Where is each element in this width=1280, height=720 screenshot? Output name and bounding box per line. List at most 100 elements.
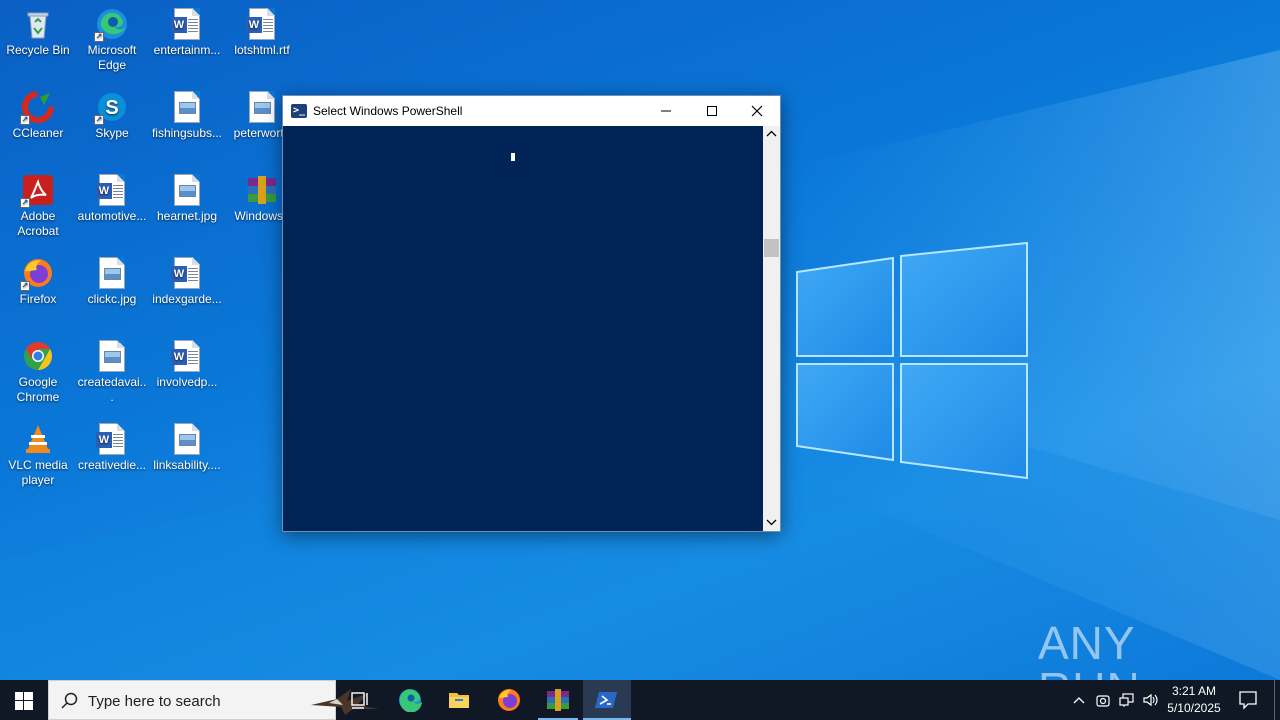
shortcut-arrow-icon: ↗: [94, 115, 104, 125]
show-desktop-button[interactable]: [1274, 680, 1280, 720]
desktop-icon-fishingsubs[interactable]: fishingsubs...: [149, 91, 225, 141]
chrome-icon: [22, 340, 54, 372]
image-file-icon: [246, 91, 278, 123]
show-hidden-icons-button[interactable]: [1070, 680, 1088, 720]
chevron-up-icon: [766, 130, 777, 137]
shortcut-arrow-icon: ↗: [94, 32, 104, 42]
chevron-up-icon: [1073, 697, 1085, 704]
recycle-bin-icon: [22, 8, 54, 40]
speaker-icon: [1143, 693, 1158, 707]
maximize-icon: [707, 106, 717, 116]
taskbar-search-box[interactable]: Type here to search: [48, 680, 379, 720]
start-button[interactable]: [0, 680, 48, 720]
powershell-icon: >_: [291, 104, 307, 118]
desktop-icon-label: Google Chrome: [16, 375, 60, 404]
desktop-icon-indexgarde[interactable]: W indexgarde...: [149, 257, 225, 307]
network-icon: [1119, 693, 1134, 707]
shortcut-arrow-icon: ↗: [20, 198, 30, 208]
desktop-icon-label: createdavai...: [77, 375, 147, 404]
desktop-icon-label: indexgarde...: [152, 292, 222, 306]
clock-time: 3:21 AM: [1171, 684, 1217, 698]
taskbar-powershell[interactable]: [583, 680, 631, 720]
notification-icon: [1239, 691, 1257, 710]
tray-volume[interactable]: [1142, 680, 1160, 720]
desktop-icon-ccleaner[interactable]: ↗ CCleaner: [0, 91, 76, 141]
desktop-icon-hearnet[interactable]: hearnet.jpg: [149, 174, 225, 224]
camera-icon: [1096, 695, 1110, 707]
file-explorer-icon: [449, 693, 469, 708]
window-titlebar[interactable]: >_ Select Windows PowerShell: [283, 96, 780, 126]
action-center-button[interactable]: [1228, 680, 1268, 720]
windows-logo-icon: [15, 692, 33, 710]
desktop-icon-createdavai[interactable]: createdavai...: [74, 340, 150, 405]
search-icon: [61, 692, 78, 709]
shortcut-arrow-icon: ↗: [20, 281, 30, 291]
desktop-icon-firefox[interactable]: ↗ Firefox: [0, 257, 76, 307]
shortcut-arrow-icon: ↗: [20, 115, 30, 125]
desktop-icon-creativedie[interactable]: W creativedie...: [74, 423, 150, 473]
desktop-icon-involvedp[interactable]: W involvedp...: [149, 340, 225, 390]
window-title: Select Windows PowerShell: [313, 104, 463, 118]
desktop-icon-label: Adobe Acrobat: [17, 209, 59, 238]
desktop-icon-label: Skype: [95, 126, 129, 140]
desktop-icon-linksability[interactable]: linksability....: [149, 423, 225, 473]
taskbar: Type here to search 3:21 AM 5/10/2025: [0, 680, 1280, 720]
word-document-icon: W: [171, 8, 203, 40]
powershell-icon: [595, 692, 617, 708]
desktop-icon-automotive[interactable]: W automotive...: [74, 174, 150, 224]
desktop-icon-google-chrome[interactable]: Google Chrome: [0, 340, 76, 405]
image-file-icon: [96, 340, 128, 372]
word-document-icon: W: [96, 423, 128, 455]
desktop-icon-label: lotshtml.rtf: [234, 43, 290, 57]
desktop-icon-skype[interactable]: S ↗ Skype: [74, 91, 150, 141]
search-placeholder: Type here to search: [88, 693, 221, 710]
desktop-icon-label: linksability....: [153, 458, 221, 472]
desktop-icon-label: Firefox: [19, 292, 57, 306]
desktop-icon-recycle-bin[interactable]: Recycle Bin: [0, 8, 76, 58]
scroll-up-button[interactable]: [763, 126, 780, 143]
firefox-icon: ↗: [20, 257, 54, 291]
taskbar-edge[interactable]: [386, 680, 434, 720]
skype-icon: S ↗: [94, 91, 128, 125]
scroll-down-button[interactable]: [763, 514, 780, 531]
desktop-icon-label: VLC media player: [8, 458, 68, 487]
winrar-icon: [547, 689, 569, 711]
desktop-icon-label: fishingsubs...: [151, 126, 223, 140]
task-view-button[interactable]: [336, 680, 384, 720]
acrobat-icon: ↗: [20, 174, 54, 208]
svg-text:S: S: [105, 97, 118, 119]
desktop-icon-label: hearnet.jpg: [156, 209, 218, 223]
taskbar-file-explorer[interactable]: [435, 680, 483, 720]
edge-icon: [399, 689, 422, 712]
desktop-icon-adobe-acrobat[interactable]: ↗ Adobe Acrobat: [0, 174, 76, 239]
taskbar-firefox[interactable]: [485, 680, 533, 720]
desktop-icon-edge[interactable]: ↗ Microsoft Edge: [74, 8, 150, 73]
desktop-icon-lotshtml[interactable]: W lotshtml.rtf: [224, 8, 300, 58]
minimize-button[interactable]: [643, 96, 689, 126]
text-cursor: [511, 153, 515, 161]
taskbar-winrar[interactable]: [534, 680, 582, 720]
word-document-icon: W: [96, 174, 128, 206]
desktop-icon-label: CCleaner: [12, 126, 64, 140]
desktop-icon-clickc[interactable]: clickc.jpg: [74, 257, 150, 307]
firefox-icon: [498, 689, 520, 711]
close-button[interactable]: [734, 96, 780, 126]
ccleaner-icon: ↗: [20, 91, 54, 125]
vertical-scrollbar[interactable]: [763, 126, 780, 531]
taskbar-clock[interactable]: 3:21 AM 5/10/2025: [1162, 683, 1226, 717]
console-area[interactable]: [283, 126, 763, 531]
maximize-button[interactable]: [689, 96, 735, 126]
image-file-icon: [171, 174, 203, 206]
desktop-icon-vlc[interactable]: VLC media player: [0, 423, 76, 488]
desktop-icon-label: Recycle Bin: [6, 43, 70, 57]
desktop-icon-entertainm[interactable]: W entertainm...: [149, 8, 225, 58]
word-document-icon: W: [171, 257, 203, 289]
powershell-window[interactable]: >_ Select Windows PowerShell: [282, 95, 781, 532]
chevron-down-icon: [766, 519, 777, 526]
winrar-icon: [246, 174, 278, 206]
clock-date: 5/10/2025: [1167, 701, 1221, 715]
desktop-icon-label: creativedie...: [77, 458, 147, 472]
tray-meet-now[interactable]: [1094, 680, 1112, 720]
scrollbar-thumb[interactable]: [764, 239, 779, 257]
tray-network[interactable]: [1118, 680, 1136, 720]
